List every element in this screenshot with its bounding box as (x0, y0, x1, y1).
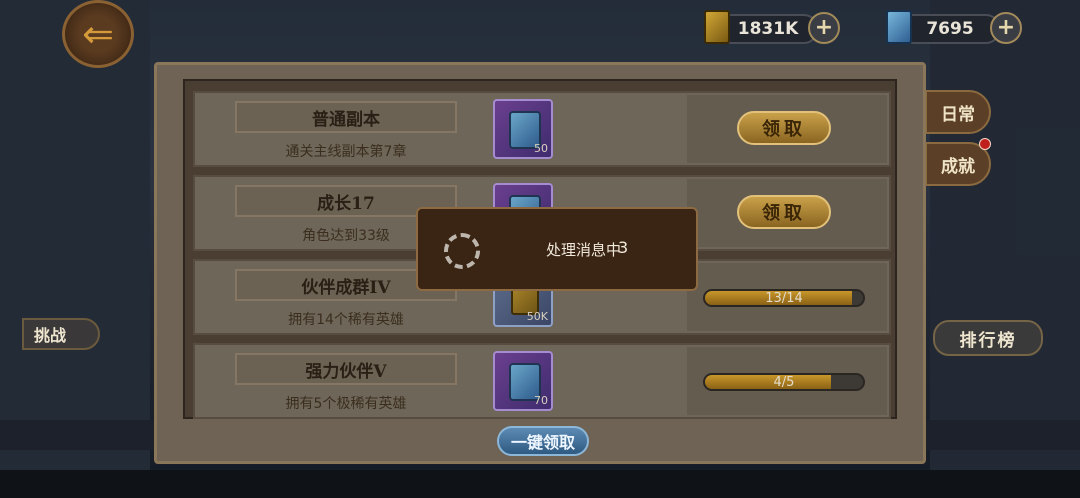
progress-bar: 13/14 (703, 289, 865, 307)
task-action-cell: 13/14 (687, 263, 887, 331)
loading-spinner-icon (444, 233, 480, 269)
toast-message: 处理消息中 (546, 241, 622, 259)
gold-icon (704, 10, 730, 44)
task-row: 普通副本 通关主线副本第7章 50 领取 (193, 91, 891, 167)
reward-count: 50K (526, 310, 548, 323)
gem-amount: 7695 (900, 14, 1000, 44)
tab-daily[interactable]: 日常 (925, 90, 991, 134)
claim-button[interactable]: 领取 (737, 195, 831, 229)
processing-toast: 处理消息中 3 (416, 207, 698, 291)
challenge-button[interactable]: 挑战 (22, 318, 100, 350)
reward-count: 70 (534, 394, 548, 407)
reward-count: 50 (534, 142, 548, 155)
task-title: 强力伙伴V (235, 353, 457, 385)
task-row: 强力伙伴V 拥有5个极稀有英雄 70 4/5 (193, 343, 891, 419)
task-description: 通关主线副本第7章 (285, 144, 407, 160)
claim-all-button[interactable]: 一键领取 (497, 426, 589, 456)
notification-dot (979, 138, 991, 150)
add-gold-button[interactable]: + (808, 12, 840, 44)
toast-count: 3 (618, 238, 629, 257)
add-gem-button[interactable]: + (990, 12, 1022, 44)
reward-item[interactable]: 50 (493, 99, 553, 159)
progress-text: 4/5 (773, 374, 795, 390)
task-description: 拥有14个稀有英雄 (288, 312, 404, 328)
task-description: 拥有5个极稀有英雄 (285, 396, 407, 412)
gold-currency: 1831K + (704, 10, 844, 44)
gold-amount: 1831K (718, 14, 818, 44)
task-action-cell: 领取 (687, 179, 887, 247)
task-title: 普通副本 (235, 101, 457, 133)
back-button[interactable]: ⇐ (62, 0, 134, 68)
task-action-cell: 4/5 (687, 347, 887, 415)
gem-currency: 7695 + (886, 10, 1026, 44)
progress-bar: 4/5 (703, 373, 865, 391)
gem-icon (886, 10, 912, 44)
reward-item[interactable]: 70 (493, 351, 553, 411)
ranking-button[interactable]: 排行榜 (933, 320, 1043, 356)
back-arrow-icon: ⇐ (82, 12, 114, 56)
progress-text: 13/14 (765, 290, 803, 306)
task-action-cell: 领取 (687, 95, 887, 163)
claim-button[interactable]: 领取 (737, 111, 831, 145)
